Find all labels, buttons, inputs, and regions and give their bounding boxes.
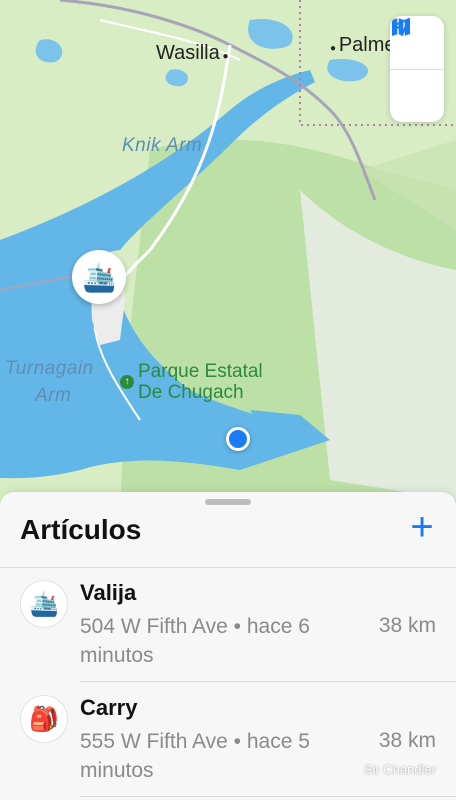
sheet-title: Artículos — [20, 514, 142, 545]
item-address: 555 W Fifth Ave • hace 5 minutos — [80, 730, 310, 782]
location-arrow-icon — [392, 18, 410, 36]
item-name: Valija — [80, 580, 137, 605]
map-label-palmer: ● Palme — [330, 34, 396, 57]
list-item-valija[interactable]: 🛳️ Valija 504 W Fifth Ave • hace 6 minut… — [0, 568, 456, 682]
park-icon[interactable]: ↑ — [120, 375, 134, 389]
backpack-icon: 🎒 — [20, 695, 68, 743]
city-dot-icon: ● — [330, 43, 339, 54]
locate-me-button[interactable] — [390, 18, 444, 122]
map-label-turnagain: Turnagain — [5, 358, 94, 379]
park-label-line-2: De Chugach — [138, 382, 244, 403]
sheet-grabber[interactable] — [205, 499, 251, 505]
items-sheet[interactable]: Artículos + 🛳️ Valija 504 W Fifth Ave • … — [0, 492, 456, 800]
city-dot-icon: ● — [219, 51, 229, 62]
ship-icon: 🛳️ — [20, 580, 68, 628]
item-pin-valija[interactable]: 🛳️ — [72, 250, 126, 304]
map-label-knik-arm: Knik Arm — [122, 135, 203, 156]
item-name: Carry — [80, 695, 138, 720]
ship-icon: 🛳️ — [81, 261, 117, 293]
map-background — [0, 0, 456, 505]
map-label-park[interactable]: Parque Estatal De Chugach — [138, 361, 263, 403]
item-divider — [80, 796, 456, 797]
palmer-label-text: Palme — [338, 34, 396, 56]
watermark: Sir Chandler — [363, 762, 436, 777]
add-item-button[interactable]: + — [406, 507, 438, 547]
list-item-carry[interactable]: 🎒 Carry 555 W Fifth Ave • hace 5 minutos… — [0, 683, 456, 797]
current-location-dot — [226, 427, 250, 451]
item-distance: 38 km — [378, 614, 436, 637]
map-view[interactable]: Wasilla ● ● Palme Knik Arm Turnagain Arm… — [0, 0, 456, 505]
map-label-arm: Arm — [35, 385, 72, 406]
item-divider — [80, 681, 456, 682]
wasilla-label-text: Wasilla — [156, 42, 220, 64]
park-label-line-1: Parque Estatal — [138, 361, 263, 382]
item-address: 504 W Fifth Ave • hace 6 minutos — [80, 615, 310, 667]
map-label-wasilla: Wasilla ● — [156, 42, 229, 65]
map-controls — [390, 16, 444, 122]
item-distance: 38 km — [378, 729, 436, 752]
